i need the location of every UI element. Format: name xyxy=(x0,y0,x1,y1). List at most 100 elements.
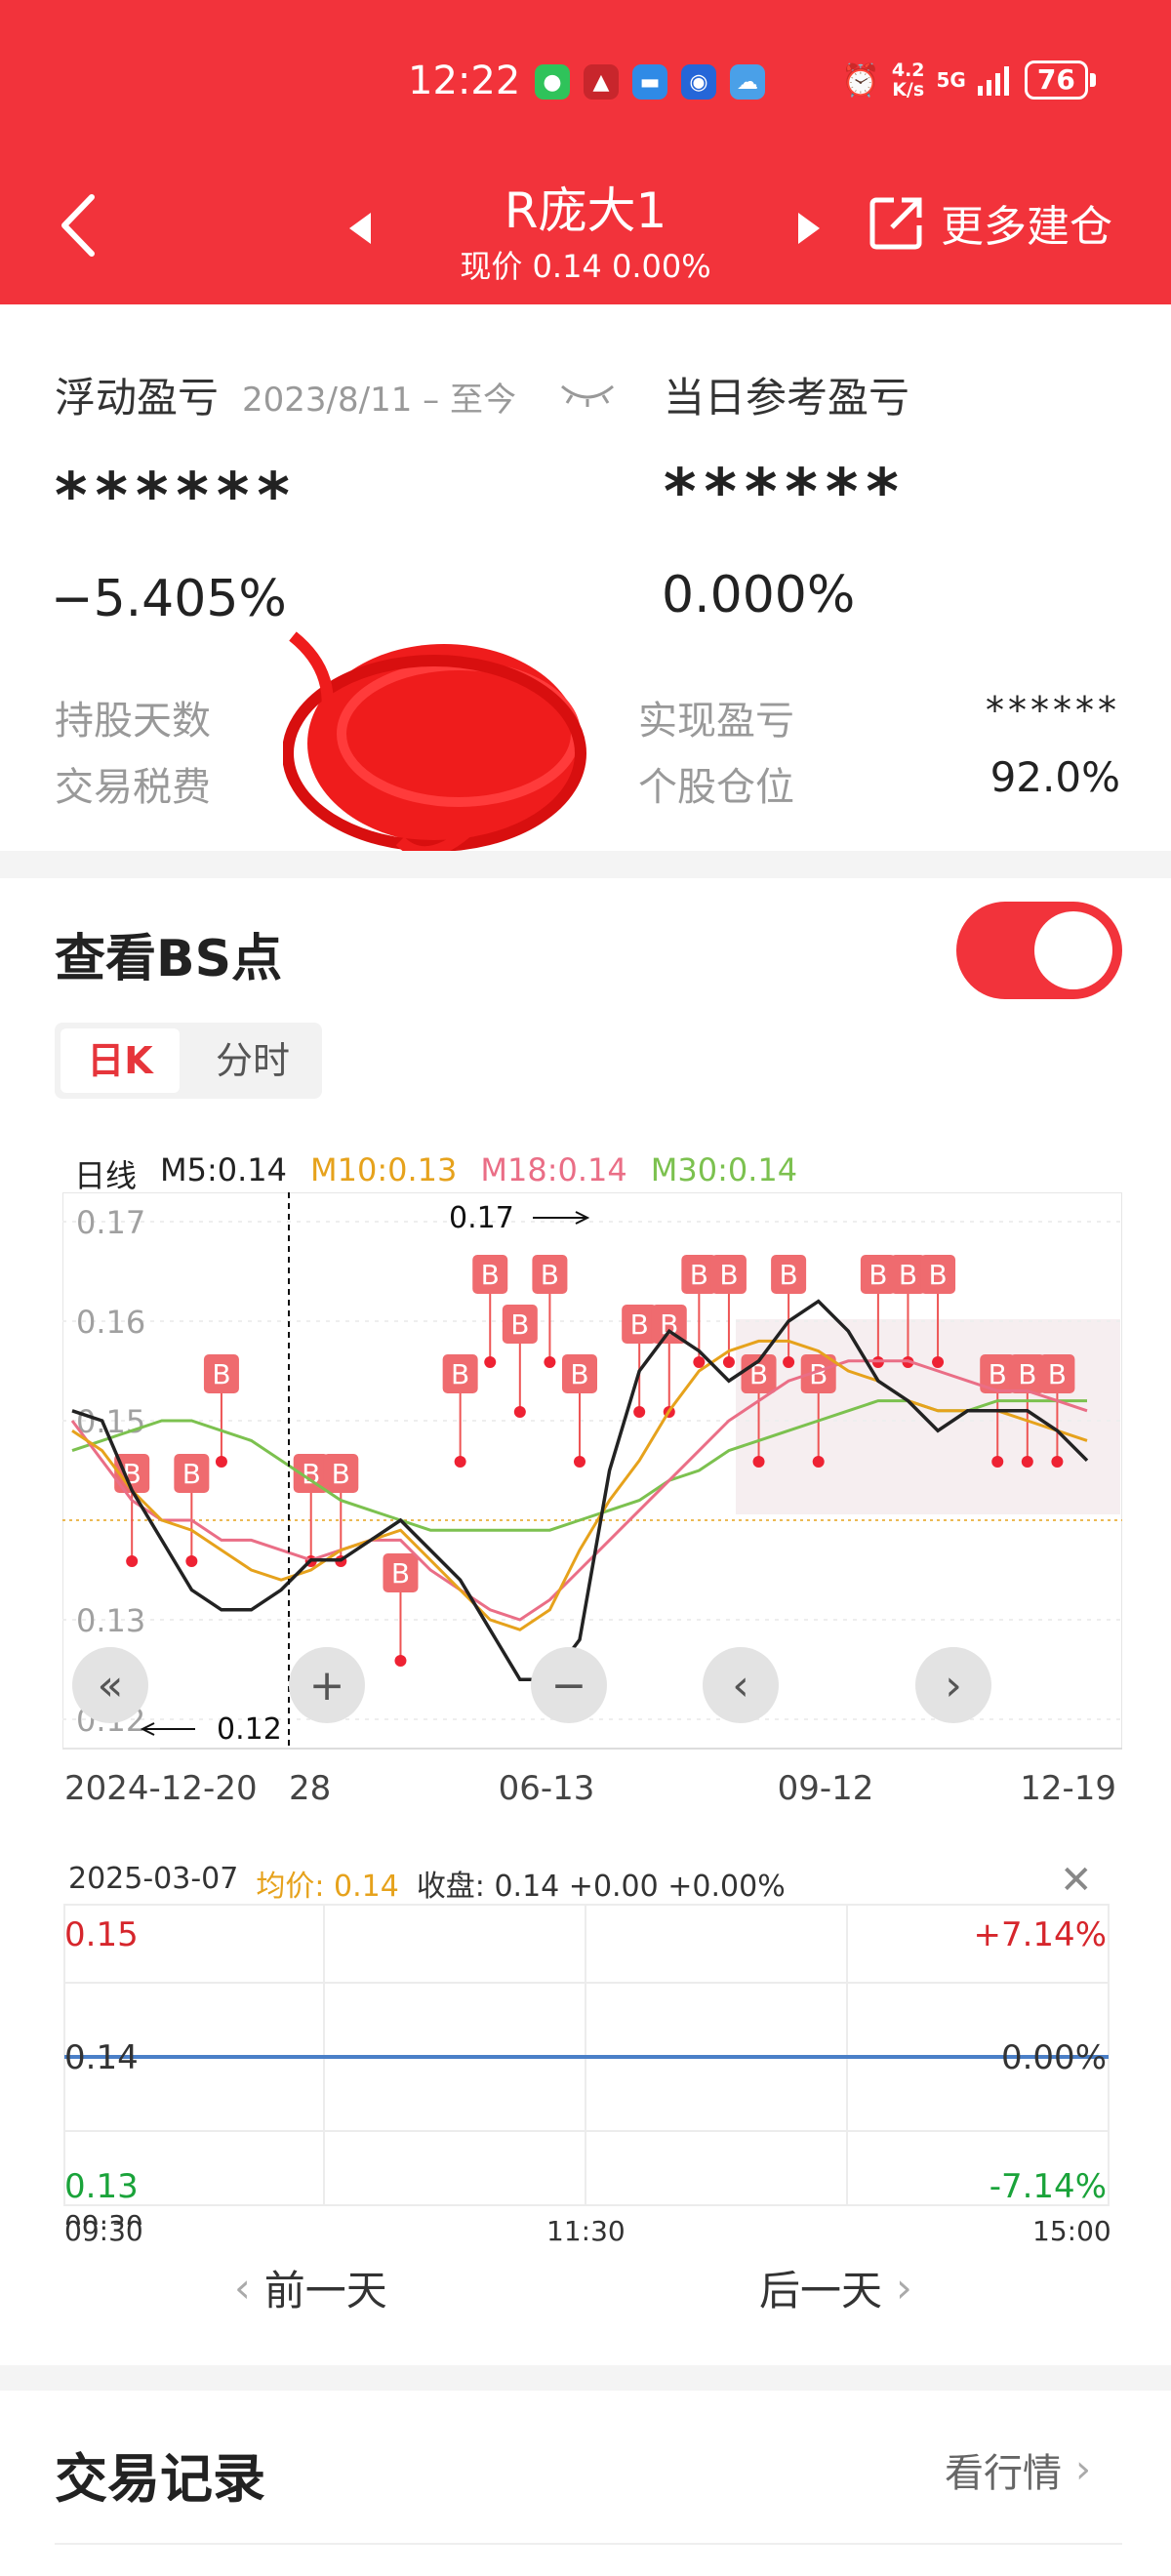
buy-marker-label: B xyxy=(630,1308,649,1341)
buy-point-dot xyxy=(454,1456,466,1468)
buy-point-dot xyxy=(574,1456,586,1468)
network-type: 5G xyxy=(936,68,966,92)
status-app-icons: ● ▲ ▬ ◉ ☁ xyxy=(535,64,765,100)
pl-summary: 浮动盈亏 2023/8/11 – 至今 当日参考盈亏 ****** ******… xyxy=(0,304,1171,859)
scroll-left-button[interactable]: ‹ xyxy=(703,1647,779,1723)
ma-m18: M18:0.14 xyxy=(480,1151,627,1188)
x-tick-label: 12-19 xyxy=(1020,1769,1116,1808)
ma-line-label: 日线 xyxy=(74,1157,138,1194)
message-icon: ▬ xyxy=(632,64,667,100)
buy-marker-label: B xyxy=(570,1358,588,1390)
close-intraday-icon[interactable]: ✕ xyxy=(1060,1858,1093,1903)
buy-point-dot xyxy=(1051,1456,1064,1468)
hold-days-label: 持股天数 xyxy=(55,699,211,744)
float-pl-pct: −5.405% xyxy=(51,570,287,628)
intraday-chart-svg: 0.15 0.14 0.13 +7.14% 0.00% -7.14% 09:30 xyxy=(63,1904,1110,2241)
chevron-right-icon: › xyxy=(1075,2447,1091,2492)
scroll-right-button[interactable]: › xyxy=(915,1647,991,1723)
battery-level: 76 xyxy=(1024,60,1088,100)
section-divider xyxy=(0,851,1171,878)
kline-chart-svg: 0.170.160.150.130.12 BBBBBBBBBBBBBBBBBBB… xyxy=(61,1191,1123,1808)
back-arrow-icon[interactable] xyxy=(55,191,103,260)
section-divider xyxy=(0,2365,1171,2391)
intraday-chart[interactable]: 0.15 0.14 0.13 +7.14% 0.00% -7.14% 09:30 xyxy=(62,1903,1122,2241)
buy-point-dot xyxy=(215,1456,227,1468)
buy-point-dot xyxy=(991,1456,1004,1468)
y-tick-label: 0.15 xyxy=(76,1403,145,1440)
ma-m10: M10:0.13 xyxy=(310,1151,458,1188)
buy-point-dot xyxy=(812,1456,825,1468)
prev-stock-icon[interactable] xyxy=(342,209,381,248)
daily-ref-pct: 0.000% xyxy=(662,566,856,624)
daily-ref-label: 当日参考盈亏 xyxy=(664,374,910,422)
status-time: 12:22 xyxy=(408,59,521,103)
buy-point-dot xyxy=(513,1406,526,1418)
realized-pl-value: ****** xyxy=(986,689,1120,732)
net-speed: 4.2 K/s xyxy=(891,60,925,101)
time-label-mid: 11:30 xyxy=(546,2215,626,2247)
status-indicators: ⏰ 4.2 K/s 5G 76 xyxy=(841,60,1096,100)
signal-icon xyxy=(977,66,1009,96)
view-market-label: 看行情 xyxy=(945,2451,1062,2496)
buy-point-dot xyxy=(544,1356,556,1368)
ma-legend: 日线 M5:0.14 M10:0.13 M18:0.14 M30:0.14 xyxy=(74,1151,797,1196)
buy-point-dot xyxy=(633,1406,646,1418)
eye-closed-icon[interactable] xyxy=(558,379,617,408)
chevron-right-icon: › xyxy=(896,2264,912,2312)
next-day-label: 后一天 xyxy=(759,2267,883,2314)
prev-day-label: 前一天 xyxy=(263,2267,387,2314)
chevron-left-icon: ‹ xyxy=(234,2264,251,2312)
lightbulb-icon: ◉ xyxy=(681,64,716,100)
more-position-button[interactable]: 更多建仓 xyxy=(868,191,1112,254)
float-pl-value: ****** xyxy=(55,461,298,533)
next-day-button[interactable]: 后一天 › xyxy=(759,2258,912,2317)
intraday-date: 2025-03-07 xyxy=(68,1862,239,1896)
zoom-out-button[interactable]: − xyxy=(531,1647,607,1723)
stock-price: 现价 0.14 0.00% xyxy=(460,248,711,285)
buy-marker-label: B xyxy=(451,1358,469,1390)
buy-point-dot xyxy=(185,1555,198,1567)
buy-marker-label: B xyxy=(391,1557,410,1590)
toggle-knob xyxy=(1034,911,1112,989)
buy-point-dot xyxy=(932,1356,945,1368)
buy-marker-label: B xyxy=(928,1259,947,1291)
buy-marker-label: B xyxy=(481,1259,500,1291)
daily-ref-value: ****** xyxy=(664,457,907,529)
next-stock-icon[interactable] xyxy=(788,209,828,248)
buy-marker-label: B xyxy=(749,1358,768,1390)
bs-points-toggle[interactable] xyxy=(956,902,1122,999)
y-label-high: 0.15 xyxy=(64,1915,139,1954)
buy-point-dot xyxy=(484,1356,497,1368)
x-tick-label: 06-13 xyxy=(499,1769,595,1808)
buy-marker-label: B xyxy=(332,1458,350,1490)
view-market-link[interactable]: 看行情 › xyxy=(945,2441,1091,2498)
buy-marker-label: B xyxy=(541,1259,559,1291)
buy-point-dot xyxy=(693,1356,706,1368)
zoom-in-button[interactable]: + xyxy=(289,1647,365,1723)
more-position-label: 更多建仓 xyxy=(941,202,1112,252)
redaction-scribble xyxy=(283,631,586,859)
position-label: 个股仓位 xyxy=(638,765,794,810)
x-tick-label: 09-12 xyxy=(778,1769,874,1808)
tab-minute[interactable]: 分时 xyxy=(191,1028,314,1093)
kline-chart[interactable]: 0.170.160.150.130.12 BBBBBBBBBBBBBBBBBBB… xyxy=(61,1191,1123,1836)
buy-marker-label: B xyxy=(989,1358,1007,1390)
tab-day-k[interactable]: 日K xyxy=(61,1028,180,1093)
y-tick-label: 0.17 xyxy=(76,1204,145,1241)
buy-marker-label: B xyxy=(182,1458,201,1490)
buy-point-dot xyxy=(1021,1456,1033,1468)
close-price: 收盘: 0.14 +0.00 +0.00% xyxy=(416,1870,786,1904)
scroll-left-fast-button[interactable]: « xyxy=(72,1647,148,1723)
prev-day-button[interactable]: ‹ 前一天 xyxy=(234,2258,387,2317)
avg-price: 均价: 0.14 xyxy=(256,1870,399,1904)
battery-icon xyxy=(1089,73,1096,87)
buy-point-dot xyxy=(394,1655,407,1667)
y-label-mid: 0.14 xyxy=(64,2038,139,2077)
date-range: 2023/8/11 – 至今 xyxy=(242,381,516,420)
buy-marker-label: B xyxy=(868,1259,887,1291)
realized-pl-label: 实现盈亏 xyxy=(638,699,794,744)
buy-point-dot xyxy=(722,1356,735,1368)
min-price-label: 0.12 xyxy=(217,1712,282,1747)
ma-m5: M5:0.14 xyxy=(160,1151,288,1188)
app-header: 12:22 ● ▲ ▬ ◉ ☁ ⏰ 4.2 K/s 5G 76 R庞大1 现价 … xyxy=(0,0,1171,304)
